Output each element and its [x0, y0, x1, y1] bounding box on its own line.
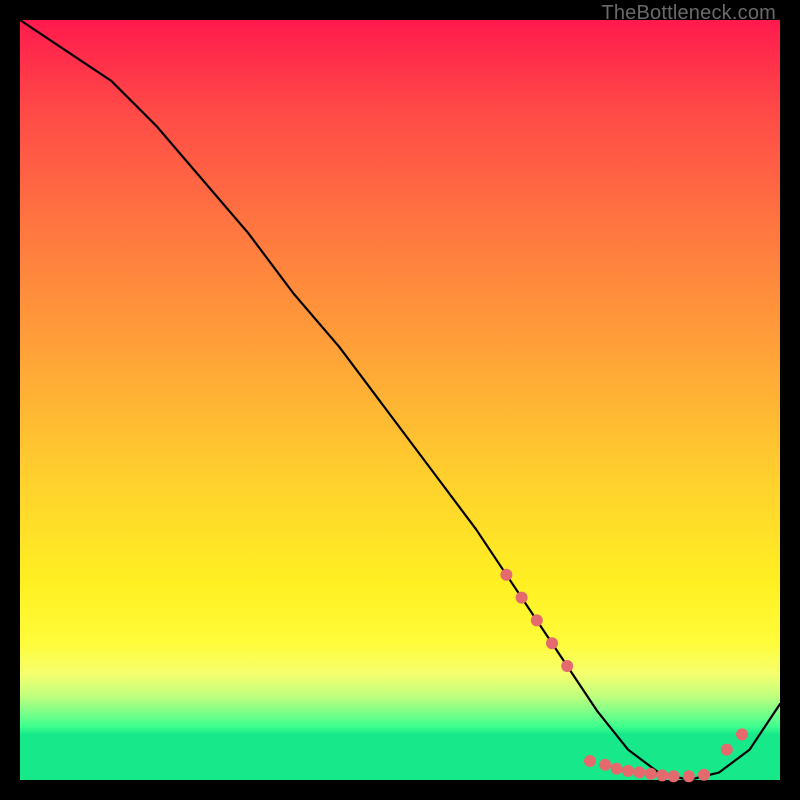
- data-marker: [516, 592, 528, 604]
- data-marker: [633, 766, 645, 778]
- data-marker: [546, 637, 558, 649]
- data-marker: [500, 569, 512, 581]
- data-marker: [668, 770, 680, 782]
- data-marker: [599, 759, 611, 771]
- data-marker: [656, 769, 668, 781]
- data-marker: [683, 770, 695, 782]
- data-marker: [561, 660, 573, 672]
- data-marker: [645, 768, 657, 780]
- data-marker: [611, 763, 623, 775]
- data-marker: [736, 728, 748, 740]
- chart-stage: TheBottleneck.com: [0, 0, 800, 800]
- data-markers: [500, 569, 748, 782]
- curve-svg: [20, 20, 780, 780]
- data-marker: [721, 744, 733, 756]
- data-marker: [531, 614, 543, 626]
- data-marker: [622, 765, 634, 777]
- data-marker: [584, 755, 596, 767]
- data-marker: [698, 769, 710, 781]
- bottleneck-line: [20, 20, 780, 780]
- plot-area: [20, 20, 780, 780]
